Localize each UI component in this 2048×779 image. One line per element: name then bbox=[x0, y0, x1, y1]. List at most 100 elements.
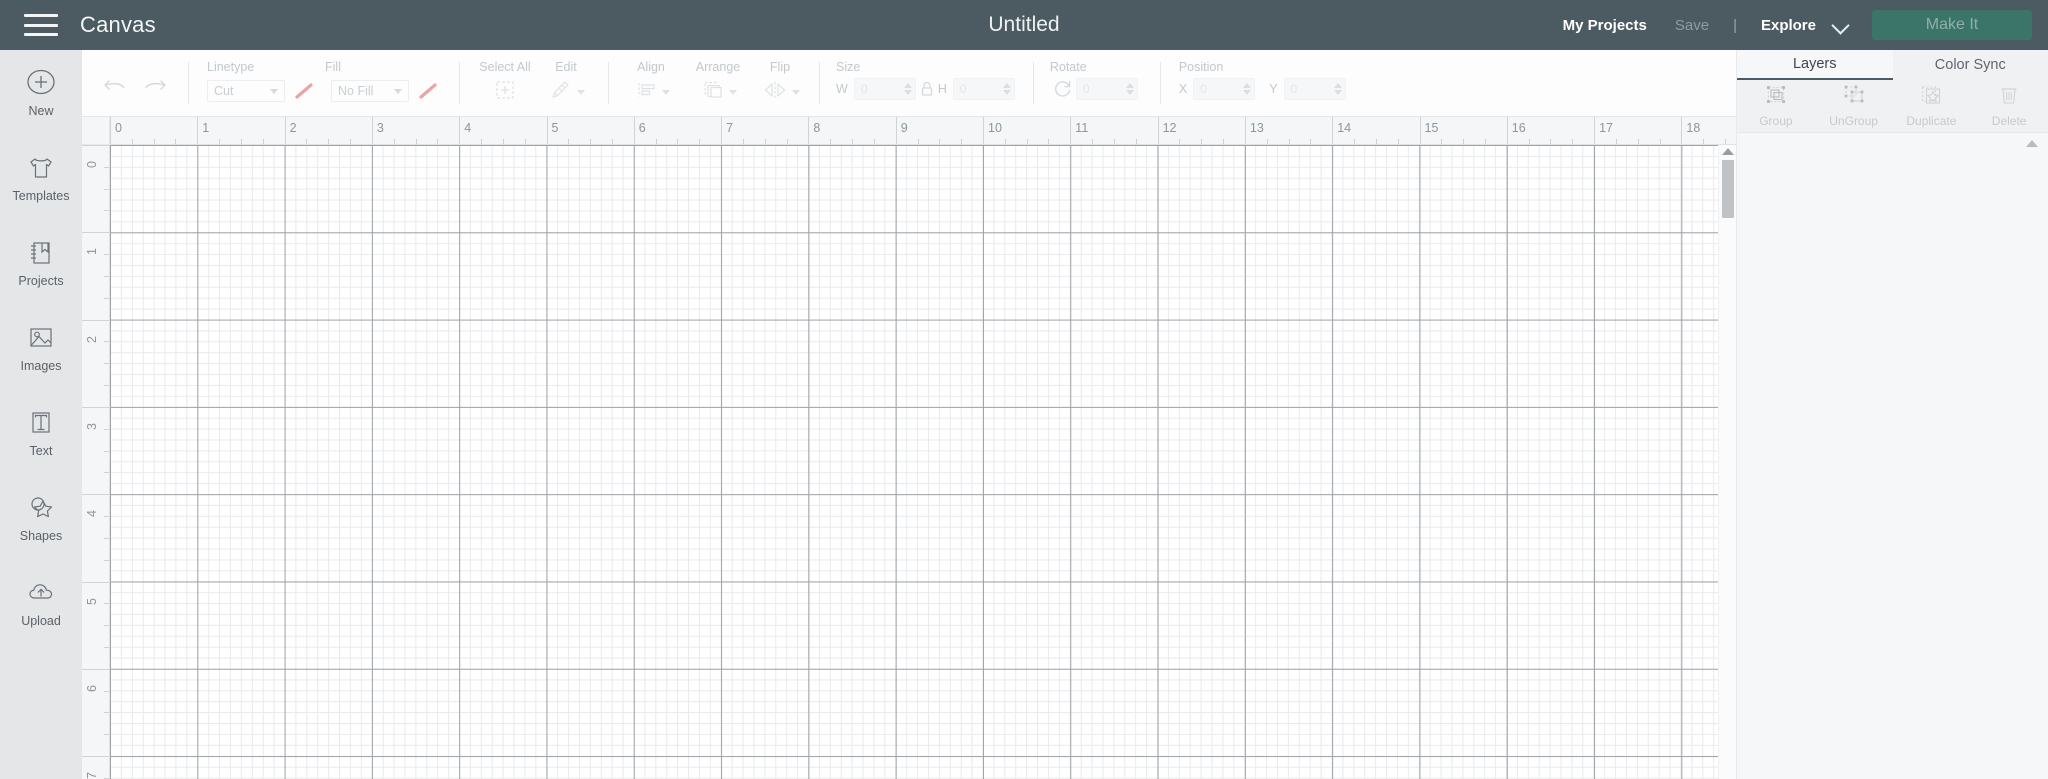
layers-list bbox=[1737, 134, 2048, 779]
canvas-vertical-scrollbar[interactable] bbox=[1718, 145, 1736, 779]
ruler-tick-minor bbox=[104, 450, 109, 452]
height-label: H bbox=[937, 82, 947, 96]
ruler-tick-minor bbox=[104, 472, 109, 474]
rotate-cw-icon[interactable] bbox=[1050, 79, 1076, 99]
chevron-down-icon[interactable] bbox=[1832, 16, 1850, 34]
canvas-grid[interactable] bbox=[110, 145, 1736, 779]
ruler-tick-minor bbox=[104, 516, 109, 518]
ruler-tick-minor bbox=[786, 139, 788, 144]
ruler-tick-minor bbox=[1288, 139, 1290, 144]
sidebar-item-images[interactable]: Images bbox=[0, 305, 82, 390]
make-it-button[interactable]: Make It bbox=[1872, 10, 2032, 40]
explore-link[interactable]: Explore bbox=[1747, 17, 1822, 34]
pos-x-input[interactable]: 0 bbox=[1193, 78, 1256, 100]
header-actions: My Projects Save | Explore Make It bbox=[1549, 0, 2032, 50]
chevron-down-icon bbox=[791, 90, 800, 95]
fill-select[interactable]: No Fill bbox=[331, 80, 409, 102]
sidebar-item-label: Shapes bbox=[19, 528, 63, 543]
ruler-tick-minor bbox=[961, 139, 963, 144]
tab-color-sync[interactable]: Color Sync bbox=[1892, 50, 2048, 80]
ruler-tick-minor bbox=[437, 139, 439, 144]
group-icon bbox=[1764, 84, 1788, 111]
scrollbar-thumb[interactable] bbox=[1722, 160, 1734, 218]
height-value: 0 bbox=[959, 82, 967, 96]
ruler-tick-minor bbox=[1135, 139, 1137, 144]
pos-y-stepper[interactable] bbox=[1333, 83, 1342, 95]
delete-button[interactable]: Delete bbox=[1970, 80, 2048, 132]
rotate-stepper[interactable] bbox=[1125, 83, 1134, 95]
linetype-select[interactable]: Cut bbox=[207, 80, 285, 102]
select-all-button[interactable] bbox=[476, 78, 534, 107]
sidebar-item-text[interactable]: Text bbox=[0, 390, 82, 475]
right-panel-tabs: Layers Color Sync bbox=[1737, 50, 2048, 80]
ruler-tick-minor bbox=[153, 139, 155, 144]
hamburger-menu-icon[interactable] bbox=[24, 14, 58, 36]
sidebar-item-templates[interactable]: Templates bbox=[0, 135, 82, 220]
ruler-tick-minor bbox=[104, 210, 109, 212]
edit-button[interactable] bbox=[538, 78, 594, 107]
ruler-tick-label: 0 bbox=[85, 161, 99, 168]
ruler-tick-label: 15 bbox=[1424, 121, 1439, 135]
rotate-group: Rotate 0 bbox=[1034, 50, 1138, 117]
rotate-input[interactable]: 0 bbox=[1075, 78, 1138, 100]
ruler-tick-minor bbox=[655, 139, 657, 144]
pos-y-value: 0 bbox=[1290, 82, 1298, 96]
duplicate-button[interactable]: Duplicate bbox=[1893, 80, 1971, 132]
horizontal-ruler[interactable]: 0 1 2 3 4 5 6 7 8 9 10 11 12 13 14 15 16 17 18 bbox=[110, 117, 1736, 145]
fill-color-swatch[interactable] bbox=[415, 80, 441, 102]
ruler-tick-minor bbox=[611, 139, 613, 144]
sidebar-item-shapes[interactable]: Shapes bbox=[0, 475, 82, 560]
ruler-tick-minor bbox=[104, 712, 109, 714]
sidebar-item-new[interactable]: New bbox=[0, 50, 82, 135]
ungroup-button[interactable]: UnGroup bbox=[1815, 80, 1893, 132]
ruler-tick-label: 17 bbox=[1599, 121, 1613, 135]
sidebar-item-projects[interactable]: Projects bbox=[0, 220, 82, 305]
lock-closed-icon[interactable] bbox=[916, 80, 938, 98]
ruler-tick-label: 6 bbox=[638, 121, 646, 135]
ruler-tick-minor bbox=[1397, 139, 1399, 144]
canvas-area[interactable]: 0 1 2 3 4 5 6 7 8 9 10 11 12 13 14 15 16 17 18 01234567 bbox=[82, 117, 1736, 779]
linetype-fill-group: Linetype Fill Cut No Fill bbox=[189, 50, 441, 117]
ruler-tick-minor bbox=[1004, 139, 1006, 144]
tab-layers[interactable]: Layers bbox=[1737, 50, 1893, 80]
ruler-tick-minor bbox=[590, 139, 592, 144]
height-stepper[interactable] bbox=[1002, 83, 1011, 95]
save-button[interactable]: Save bbox=[1661, 17, 1723, 34]
height-input[interactable]: 0 bbox=[952, 78, 1015, 100]
fill-label: Fill bbox=[325, 60, 341, 74]
width-stepper[interactable] bbox=[903, 83, 912, 95]
flip-button[interactable] bbox=[757, 78, 803, 107]
ruler-tick-minor bbox=[219, 139, 221, 144]
ruler-tick-minor bbox=[699, 139, 701, 144]
align-button[interactable] bbox=[623, 78, 679, 107]
vertical-ruler[interactable]: 0 1 2 3 4 5 6 7 bbox=[82, 145, 110, 779]
edit-label: Edit bbox=[555, 60, 577, 74]
ruler-tick-minor bbox=[1310, 139, 1312, 144]
sidebar-item-upload[interactable]: Upload bbox=[0, 560, 82, 645]
ruler-tick-minor bbox=[104, 385, 109, 387]
width-input[interactable]: 0 bbox=[853, 78, 916, 100]
pos-x-stepper[interactable] bbox=[1243, 83, 1252, 95]
ruler-tick-minor bbox=[104, 690, 109, 692]
scroll-up-arrow-icon[interactable] bbox=[1721, 148, 1734, 155]
group-button[interactable]: Group bbox=[1737, 80, 1815, 132]
linetype-label: Linetype bbox=[207, 60, 255, 74]
ruler-tick-label: 10 bbox=[988, 121, 1002, 135]
ruler-tick-minor bbox=[481, 139, 483, 144]
ruler-tick-label: 11 bbox=[1075, 121, 1089, 135]
flip-label: Flip bbox=[769, 60, 791, 74]
position-group: Position X 0 Y 0 bbox=[1161, 50, 1346, 117]
redo-arrow-icon[interactable] bbox=[142, 72, 168, 96]
panel-scroll-up-arrow-icon[interactable] bbox=[2026, 140, 2038, 147]
my-projects-link[interactable]: My Projects bbox=[1549, 17, 1661, 34]
arrange-button[interactable] bbox=[687, 78, 749, 107]
undo-redo-group bbox=[82, 50, 188, 117]
undo-arrow-icon[interactable] bbox=[102, 72, 128, 96]
width-label: W bbox=[836, 82, 848, 96]
rotate-value: 0 bbox=[1082, 82, 1090, 96]
ruler-tick-label: 18 bbox=[1686, 121, 1701, 135]
layer-actions: Group UnGroup Duplicate Delete bbox=[1737, 80, 2048, 133]
pos-y-input[interactable]: 0 bbox=[1283, 78, 1346, 100]
ruler-tick-label: 5 bbox=[85, 597, 99, 605]
linetype-color-swatch[interactable] bbox=[291, 80, 317, 102]
